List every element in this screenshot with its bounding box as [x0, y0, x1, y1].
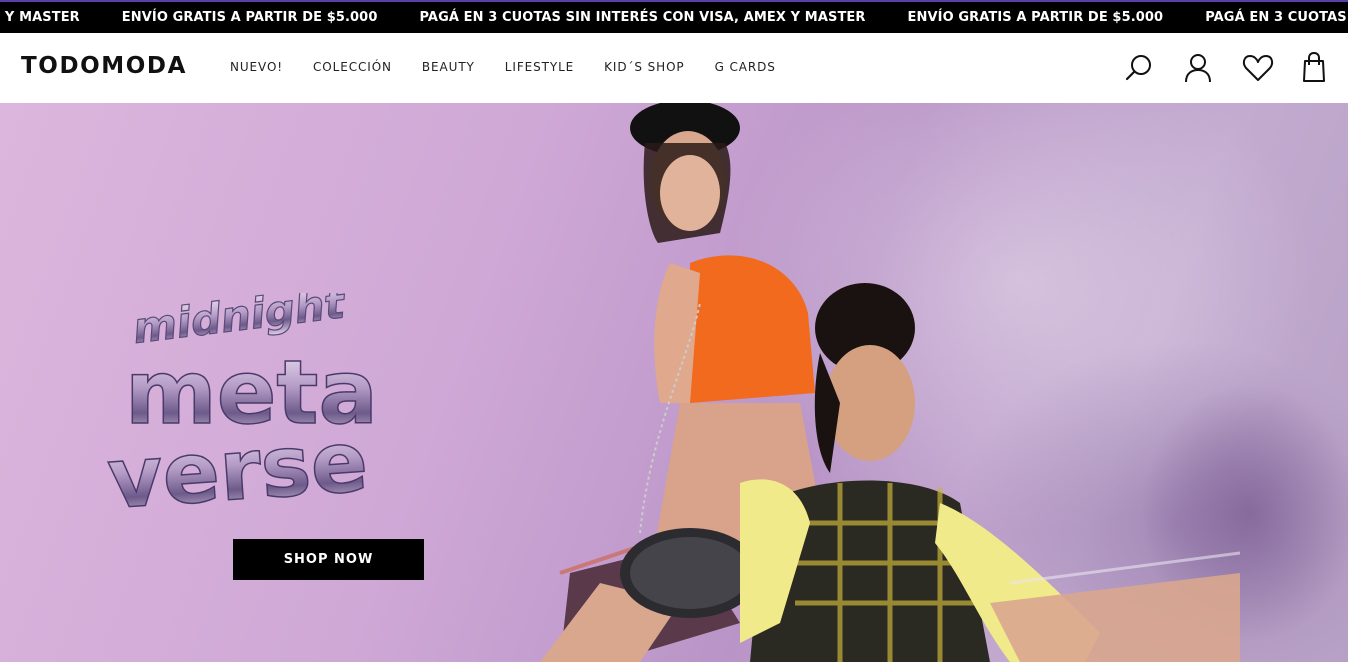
- promo-message: PAGÁ EN 3 CUOTAS SIN INTERÉS CON VISA, A…: [1205, 10, 1348, 25]
- account-icon[interactable]: [1181, 51, 1215, 85]
- main-nav: NUEVO! COLECCIÓN BEAUTY LIFESTYLE KID´S …: [230, 60, 776, 74]
- promo-bar: AMEX Y MASTER ENVÍO GRATIS A PARTIR DE $…: [0, 0, 1348, 33]
- nav-item-gift-cards[interactable]: G CARDS: [715, 60, 776, 74]
- wishlist-heart-icon[interactable]: [1241, 51, 1275, 85]
- search-icon[interactable]: [1122, 51, 1156, 85]
- nav-item-nuevo[interactable]: NUEVO!: [230, 60, 283, 74]
- promo-track: AMEX Y MASTER ENVÍO GRATIS A PARTIR DE $…: [0, 2, 1348, 33]
- promo-message: PAGÁ EN 3 CUOTAS SIN INTERÉS CON VISA, A…: [419, 10, 866, 25]
- nav-item-coleccion[interactable]: COLECCIÓN: [313, 60, 392, 74]
- nav-item-lifestyle[interactable]: LIFESTYLE: [505, 60, 574, 74]
- shopping-bag-icon[interactable]: [1297, 51, 1331, 85]
- nav-item-beauty[interactable]: BEAUTY: [422, 60, 475, 74]
- site-header: TODOMODA NUEVO! COLECCIÓN BEAUTY LIFESTY…: [0, 33, 1348, 103]
- hero-banner[interactable]: midnight meta verse SHOP NOW: [0, 103, 1348, 662]
- hero-models-image: [540, 103, 1240, 662]
- promo-message: ENVÍO GRATIS A PARTIR DE $5.000: [907, 10, 1164, 25]
- midnight-metaverse-artwork: midnight meta verse: [105, 293, 379, 523]
- shop-now-button[interactable]: SHOP NOW: [233, 539, 424, 580]
- promo-message: AMEX Y MASTER: [0, 10, 80, 25]
- promo-message: ENVÍO GRATIS A PARTIR DE $5.000: [121, 10, 378, 25]
- nav-item-kids-shop[interactable]: KID´S SHOP: [604, 60, 684, 74]
- headline-art-word: verse: [105, 412, 371, 523]
- brand-logo[interactable]: TODOMODA: [21, 53, 187, 79]
